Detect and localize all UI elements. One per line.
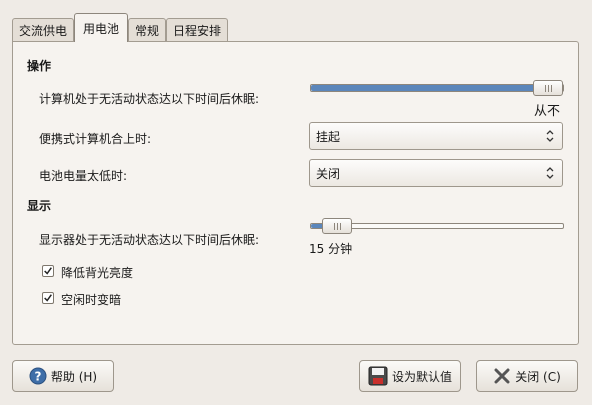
battery-low-label: 电池电量太低时:: [39, 169, 128, 183]
checkmark-icon: [44, 294, 52, 302]
tab-bar: 交流供电 用电池 常规 日程安排: [12, 12, 229, 42]
lid-close-label: 便携式计算机合上时:: [39, 132, 152, 146]
battery-low-value: 关闭: [316, 166, 341, 181]
close-icon: [494, 368, 510, 384]
checkmark-icon: [44, 267, 52, 275]
dim-idle-checkbox[interactable]: [42, 292, 54, 304]
tab-battery[interactable]: 用电池: [74, 13, 129, 42]
chevron-updown-icon: [546, 167, 554, 179]
display-heading: 显示: [27, 199, 52, 213]
computer-sleep-slider[interactable]: [310, 80, 564, 96]
lid-close-value: 挂起: [316, 129, 341, 144]
lid-close-combo[interactable]: 挂起: [309, 122, 563, 150]
dim-idle-label: 空闲时变暗: [61, 293, 122, 307]
computer-sleep-slider-fill: [311, 85, 548, 91]
dim-backlight-label: 降低背光亮度: [61, 266, 134, 280]
display-sleep-slider-thumb[interactable]: [322, 218, 353, 234]
make-default-button-label: 设为默认值: [391, 369, 452, 384]
display-sleep-value: 15 分钟: [309, 242, 353, 256]
svg-text:?: ?: [34, 370, 41, 384]
tab-label: 用电池: [83, 21, 120, 36]
close-button-label: 关闭 (C): [515, 369, 561, 384]
help-button[interactable]: ? 帮助 (H): [12, 360, 114, 392]
tab-label: 交流供电: [19, 24, 68, 38]
save-disk-icon: [368, 366, 388, 386]
actions-heading: 操作: [27, 59, 52, 73]
dim-backlight-checkbox[interactable]: [42, 265, 54, 277]
help-icon: ?: [29, 367, 47, 385]
tab-label: 日程安排: [173, 24, 222, 38]
tab-ac-power[interactable]: 交流供电: [12, 18, 75, 42]
tab-label: 常规: [135, 24, 160, 38]
make-default-button[interactable]: 设为默认值: [359, 360, 461, 392]
battery-low-combo[interactable]: 关闭: [309, 159, 563, 187]
tab-general[interactable]: 常规: [128, 18, 167, 42]
computer-sleep-slider-thumb[interactable]: [533, 80, 563, 96]
tab-schedule[interactable]: 日程安排: [166, 18, 229, 42]
computer-sleep-value: 从不: [533, 104, 560, 119]
battery-settings-panel: 操作 计算机处于无活动状态达以下时间后休眠: 从不 便携式计算机合上时: 挂起 …: [12, 41, 579, 345]
close-button[interactable]: 关闭 (C): [476, 360, 578, 392]
computer-sleep-label: 计算机处于无活动状态达以下时间后休眠:: [39, 92, 260, 106]
chevron-updown-icon: [546, 130, 554, 142]
display-sleep-label: 显示器处于无活动状态达以下时间后休眠:: [39, 233, 260, 247]
help-button-label: 帮助 (H): [50, 369, 98, 384]
display-sleep-slider[interactable]: [310, 218, 564, 234]
